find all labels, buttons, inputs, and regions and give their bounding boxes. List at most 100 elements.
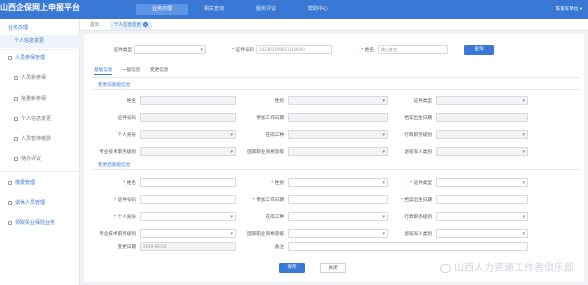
- watermark: 山西人力资源工作者俱乐部: [440, 259, 574, 274]
- sidebar-item-info-change[interactable]: 个人信息变更: [0, 113, 80, 126]
- label-after-certno: * 证件号码: [113, 198, 136, 203]
- before-certno-field: [140, 113, 236, 122]
- subtab-basic[interactable]: 基础信息: [94, 67, 113, 75]
- after-birthdate-input[interactable]: [436, 195, 528, 204]
- section-after-title: 变更后基础信息: [98, 163, 131, 168]
- label-after-qual-level: 国家职业资格等级: [247, 232, 284, 237]
- remark-input[interactable]: [288, 242, 528, 251]
- after-identity-select[interactable]: [140, 212, 236, 221]
- after-qual-level-select[interactable]: [288, 229, 388, 238]
- sidebar-item-batch-insured[interactable]: 批量新参保: [0, 93, 80, 106]
- label-change-date: 变更日期: [117, 245, 136, 250]
- label-after-birthdate: * 档案出生日期: [400, 198, 432, 203]
- before-name-field: [140, 96, 236, 105]
- label-before-identity: 个人身份: [117, 133, 136, 138]
- user-menu[interactable]: 陈俊军单位 ▾: [556, 6, 582, 12]
- label-before-gender: 性别: [274, 99, 284, 104]
- section-before-title: 变更前基础信息: [98, 83, 131, 88]
- label-after-veteran: 退役军人类别: [404, 232, 432, 237]
- shield-icon: [8, 220, 12, 225]
- wechat-icon: [440, 263, 451, 273]
- label-before-certtype: 证件类型: [413, 99, 432, 104]
- users-icon: [8, 55, 12, 60]
- before-veteran-field: [436, 147, 528, 156]
- label-before-admin-level: 行政职务级别: [404, 133, 432, 138]
- label-after-jobtype: 在岗工种: [265, 215, 284, 220]
- query-button[interactable]: 查询: [464, 45, 494, 55]
- nav-business[interactable]: 业务办理: [136, 4, 188, 15]
- after-tech-level-select[interactable]: [140, 229, 236, 238]
- sidebar-item-info-change-active[interactable]: 个人信息变更: [0, 35, 80, 48]
- divider: [92, 77, 580, 78]
- before-identity-field: [140, 130, 236, 139]
- list-icon: [14, 96, 18, 101]
- top-bar: 山西企保网上申报平台 业务办理 相关查询 服务评议 帮助中心 陈俊军单位 ▾: [0, 0, 588, 19]
- main-panel: 证件类型 * 证件号码 142303199011160000 * 姓名 输入姓名…: [84, 34, 584, 282]
- after-admin-level-select[interactable]: [436, 212, 528, 221]
- nav-review[interactable]: 服务评议: [240, 4, 292, 15]
- nav-help[interactable]: 帮助中心: [292, 4, 344, 15]
- save-button[interactable]: 保存: [279, 263, 305, 273]
- top-nav: 业务办理 相关查询 服务评议 帮助中心: [136, 4, 344, 15]
- nav-query[interactable]: 相关查询: [188, 4, 240, 15]
- after-veteran-select[interactable]: [436, 229, 528, 238]
- after-gender-select[interactable]: [288, 178, 388, 187]
- label-before-birthdate: 档案出生日期: [404, 116, 432, 121]
- tab-info-change[interactable]: 个人信息变更 ×: [110, 21, 152, 30]
- sidebar-group-business[interactable]: 业务办理: [0, 22, 80, 35]
- after-certno-input[interactable]: [140, 195, 236, 204]
- label-remark: 备注: [274, 245, 284, 250]
- label-after-identity: * 个人身份: [113, 215, 136, 220]
- label-after-name: * 姓名: [123, 181, 136, 186]
- before-jobtype-field: [288, 130, 388, 139]
- wallet-icon: [8, 180, 12, 185]
- after-workdate-input[interactable]: [288, 195, 388, 204]
- after-certtype-select[interactable]: [436, 178, 528, 187]
- subtab-change[interactable]: 变更信息: [150, 67, 168, 73]
- after-jobtype-select[interactable]: [288, 212, 388, 221]
- label-before-name: 姓名: [126, 99, 136, 104]
- before-birthdate-field: [436, 113, 528, 122]
- tab-home[interactable]: 首页: [86, 21, 103, 30]
- label-before-tech-level: 专业技术职务级别: [99, 150, 136, 155]
- sidebar-item-suspend[interactable]: 人员暂停缴费: [0, 133, 80, 146]
- before-workdate-field: [288, 113, 388, 122]
- edit-icon: [14, 116, 18, 121]
- cert-no-label: * 证件号码: [231, 48, 254, 53]
- sidebar-item-new-insured[interactable]: 人员新参保: [0, 72, 80, 85]
- close-icon[interactable]: ×: [143, 22, 148, 27]
- app-title: 山西企保网上申报平台: [0, 3, 80, 12]
- subtab-general[interactable]: 一般信息: [122, 67, 140, 73]
- user-add-icon: [14, 75, 18, 80]
- label-before-workdate: 参加工作日期: [256, 116, 284, 121]
- sidebar-group-unemployment[interactable]: 领取失业保险业务: [0, 217, 80, 230]
- sidebar-group-retired[interactable]: 退休人员管理: [0, 197, 80, 210]
- before-tech-level-field: [140, 147, 236, 156]
- before-qual-level-field: [288, 147, 388, 156]
- label-after-gender: * 性别: [271, 181, 284, 186]
- label-after-tech-level: 专业技术职务级别: [99, 232, 136, 237]
- label-after-certtype: * 证件类型: [409, 181, 432, 186]
- sidebar: 业务办理 个人信息变更 人员参保管理 人员新参保 批量新参保 个人信息变更 人员…: [0, 19, 80, 285]
- label-before-veteran: 退役军人类别: [404, 150, 432, 155]
- label-after-admin-level: 行政职务级别: [404, 215, 432, 220]
- tab-strip: 首页 个人信息变更 ×: [80, 19, 588, 31]
- person-icon: [8, 200, 12, 205]
- label-before-jobtype: 在岗工种: [265, 133, 284, 138]
- close-button[interactable]: 关闭: [320, 263, 346, 273]
- change-date-field: 2019-06-03: [140, 242, 236, 251]
- sidebar-group-payment[interactable]: 缴费管理: [0, 177, 80, 190]
- name-input[interactable]: 输入姓名: [378, 45, 448, 54]
- before-certtype-field: [436, 96, 528, 105]
- cert-type-select[interactable]: [134, 45, 206, 54]
- doc-icon: [14, 156, 18, 161]
- label-before-qual-level: 国家职业资格等级: [247, 150, 284, 155]
- sidebar-group-insured[interactable]: 人员参保管理: [0, 52, 80, 65]
- before-admin-level-field: [436, 130, 528, 139]
- name-label: * 姓名: [361, 48, 374, 53]
- cert-no-input[interactable]: 142303199011160000: [256, 45, 332, 54]
- sidebar-item-pending-review[interactable]: 待办评议: [0, 153, 80, 166]
- after-name-input[interactable]: [140, 178, 236, 187]
- cert-type-label: 证件类型: [113, 48, 132, 53]
- before-gender-field: [288, 96, 388, 105]
